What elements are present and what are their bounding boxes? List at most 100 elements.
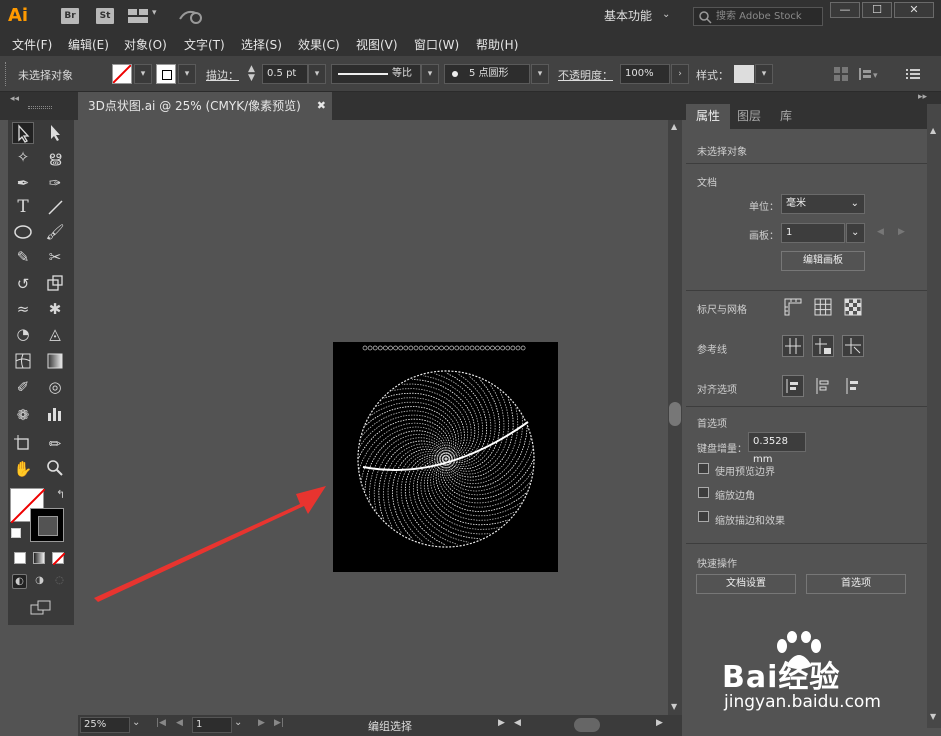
lasso-tool-icon[interactable]: ൠ xyxy=(44,146,66,168)
stroke-weight-input[interactable]: 0.5 pt xyxy=(262,64,308,84)
horizontal-scroll-thumb[interactable] xyxy=(574,718,600,732)
draw-behind-icon[interactable]: ◑ xyxy=(32,574,47,589)
tab-libraries[interactable]: 库 xyxy=(770,104,802,129)
shape-builder-tool-icon[interactable]: ◔ xyxy=(12,323,34,345)
grid-icon[interactable] xyxy=(812,296,834,318)
vertical-scrollbar[interactable]: ▲ ▼ xyxy=(668,120,682,715)
use-preview-bounds-checkbox[interactable] xyxy=(698,463,709,474)
opacity-label[interactable]: 不透明度： xyxy=(558,67,613,83)
menu-help[interactable]: 帮助(H) xyxy=(476,36,518,53)
scroll-right-icon[interactable]: ▶ xyxy=(656,718,663,728)
chevron-down-icon[interactable]: ⌄ xyxy=(662,9,670,20)
curvature-tool-icon[interactable]: ✑ xyxy=(44,172,66,194)
none-mode-icon[interactable] xyxy=(52,552,66,566)
gradient-tool-icon[interactable] xyxy=(44,351,66,373)
close-tab-icon[interactable]: ✖ xyxy=(317,92,326,120)
symbol-sprayer-tool-icon[interactable]: ❁ xyxy=(12,404,34,426)
bridge-badge[interactable]: Br xyxy=(61,8,79,24)
artboard-input[interactable]: 1 xyxy=(781,223,845,243)
graphic-style-swatch[interactable] xyxy=(734,65,754,83)
edit-artboards-button[interactable]: 编辑画板 xyxy=(781,251,865,271)
close-button[interactable]: ✕ xyxy=(894,2,934,18)
style-dropdown[interactable]: ▾ xyxy=(755,64,773,84)
tab-layers[interactable]: 图层 xyxy=(727,104,771,129)
menu-object[interactable]: 对象(O) xyxy=(124,36,167,53)
fill-swatch[interactable] xyxy=(112,64,132,84)
selection-tool-icon[interactable] xyxy=(12,122,34,144)
previous-artboard-icon[interactable]: ◀ xyxy=(877,227,884,237)
units-select[interactable]: 毫米 ⌄ xyxy=(781,194,865,214)
panel-scrollbar[interactable]: ▲ ▼ xyxy=(927,104,941,728)
rotate-tool-icon[interactable]: ↺ xyxy=(12,273,34,295)
zoom-dropdown[interactable]: ⌄ xyxy=(132,717,140,728)
preferences-button[interactable]: 首选项 xyxy=(806,574,906,594)
shaper-tool-icon[interactable]: ✎ xyxy=(12,246,34,268)
collapse-toolbar-icon[interactable]: ◂◂ xyxy=(10,94,19,104)
mesh-tool-icon[interactable] xyxy=(12,351,34,373)
first-artboard-icon[interactable]: |◀ xyxy=(156,718,166,728)
align-grid-icon[interactable] xyxy=(834,67,848,81)
scale-tool-icon[interactable] xyxy=(44,273,66,295)
artboard-dropdown[interactable]: ⌄ xyxy=(234,717,242,728)
scroll-down-icon[interactable]: ▼ xyxy=(930,712,936,721)
artboard-select-dropdown[interactable]: ⌄ xyxy=(846,223,865,243)
menu-view[interactable]: 视图(V) xyxy=(356,36,398,53)
direct-selection-tool-icon[interactable] xyxy=(44,122,66,144)
minimize-button[interactable]: — xyxy=(830,2,860,18)
scissors-tool-icon[interactable]: ✂ xyxy=(44,246,66,268)
tab-properties[interactable]: 属性 xyxy=(686,104,731,129)
document-tab[interactable]: 3D点状图.ai @ 25% (CMYK/像素预览) ✖ xyxy=(78,92,332,120)
align-to-key-object-icon[interactable] xyxy=(812,375,834,397)
ruler-icon[interactable] xyxy=(782,296,804,318)
color-mode-icon[interactable] xyxy=(14,552,26,564)
transform-icon[interactable]: ▾ xyxy=(858,66,880,82)
gradient-mode-icon[interactable] xyxy=(33,552,45,564)
brush-dropdown[interactable]: ▾ xyxy=(531,64,549,84)
artboard-number-input[interactable]: 1 xyxy=(192,717,232,733)
lock-guides-icon[interactable] xyxy=(812,335,834,357)
eyedropper-tool-icon[interactable]: ✐ xyxy=(12,376,34,398)
align-to-artboard-icon[interactable] xyxy=(842,375,864,397)
zoom-tool-icon[interactable] xyxy=(44,458,66,480)
draw-inside-icon[interactable]: ◌ xyxy=(52,574,67,589)
smart-guides-icon[interactable] xyxy=(842,335,864,357)
document-setup-button[interactable]: 文档设置 xyxy=(696,574,796,594)
keyboard-increment-input[interactable]: 0.3528 mm xyxy=(748,432,806,465)
zoom-level-input[interactable]: 25% xyxy=(80,717,130,733)
line-tool-icon[interactable] xyxy=(44,197,66,219)
screen-mode-icon[interactable] xyxy=(30,600,52,616)
scroll-down-icon[interactable]: ▼ xyxy=(671,702,677,711)
column-graph-tool-icon[interactable] xyxy=(44,404,66,426)
puppet-warp-tool-icon[interactable]: ✱ xyxy=(44,298,66,320)
magic-wand-tool-icon[interactable]: ✧ xyxy=(12,146,34,168)
default-colors-icon[interactable] xyxy=(11,528,21,538)
menu-effect[interactable]: 效果(C) xyxy=(298,36,340,53)
workspace-switcher[interactable]: 基本功能 xyxy=(604,7,652,24)
menu-file[interactable]: 文件(F) xyxy=(12,36,52,53)
arrange-documents-icon[interactable] xyxy=(128,9,148,23)
menu-edit[interactable]: 编辑(E) xyxy=(68,36,109,53)
stroke-weight-dropdown[interactable]: ▾ xyxy=(308,64,326,84)
show-guides-icon[interactable] xyxy=(782,335,804,357)
previous-artboard-icon[interactable]: ◀ xyxy=(176,718,183,728)
stroke-label[interactable]: 描边： xyxy=(206,67,239,83)
menu-select[interactable]: 选择(S) xyxy=(241,36,282,53)
ellipse-tool-icon[interactable] xyxy=(12,221,34,243)
menu-window[interactable]: 窗口(W) xyxy=(414,36,459,53)
stock-search-input[interactable]: 搜索 Adobe Stock xyxy=(693,7,823,26)
profile-dropdown[interactable]: ▾ xyxy=(421,64,439,84)
artboard-tool-icon[interactable] xyxy=(12,433,34,455)
next-artboard-icon[interactable]: ▶ xyxy=(898,227,905,237)
pen-tool-icon[interactable]: ✒ xyxy=(12,172,34,194)
scroll-up-icon[interactable]: ▲ xyxy=(671,122,677,131)
scale-strokes-checkbox[interactable] xyxy=(698,511,709,522)
stroke-stepper-icon[interactable]: ▲ ▼ xyxy=(248,65,255,83)
stroke-color-box[interactable] xyxy=(30,508,64,542)
vertical-scroll-thumb[interactable] xyxy=(669,402,681,426)
opacity-input[interactable]: 100% xyxy=(620,64,670,84)
width-tool-icon[interactable]: ≈ xyxy=(12,298,34,320)
swap-colors-icon[interactable]: ↰ xyxy=(56,488,65,501)
stock-badge[interactable]: St xyxy=(96,8,114,24)
maximize-button[interactable]: ☐ xyxy=(862,2,892,18)
slice-tool-icon[interactable]: ✏ xyxy=(44,433,66,455)
